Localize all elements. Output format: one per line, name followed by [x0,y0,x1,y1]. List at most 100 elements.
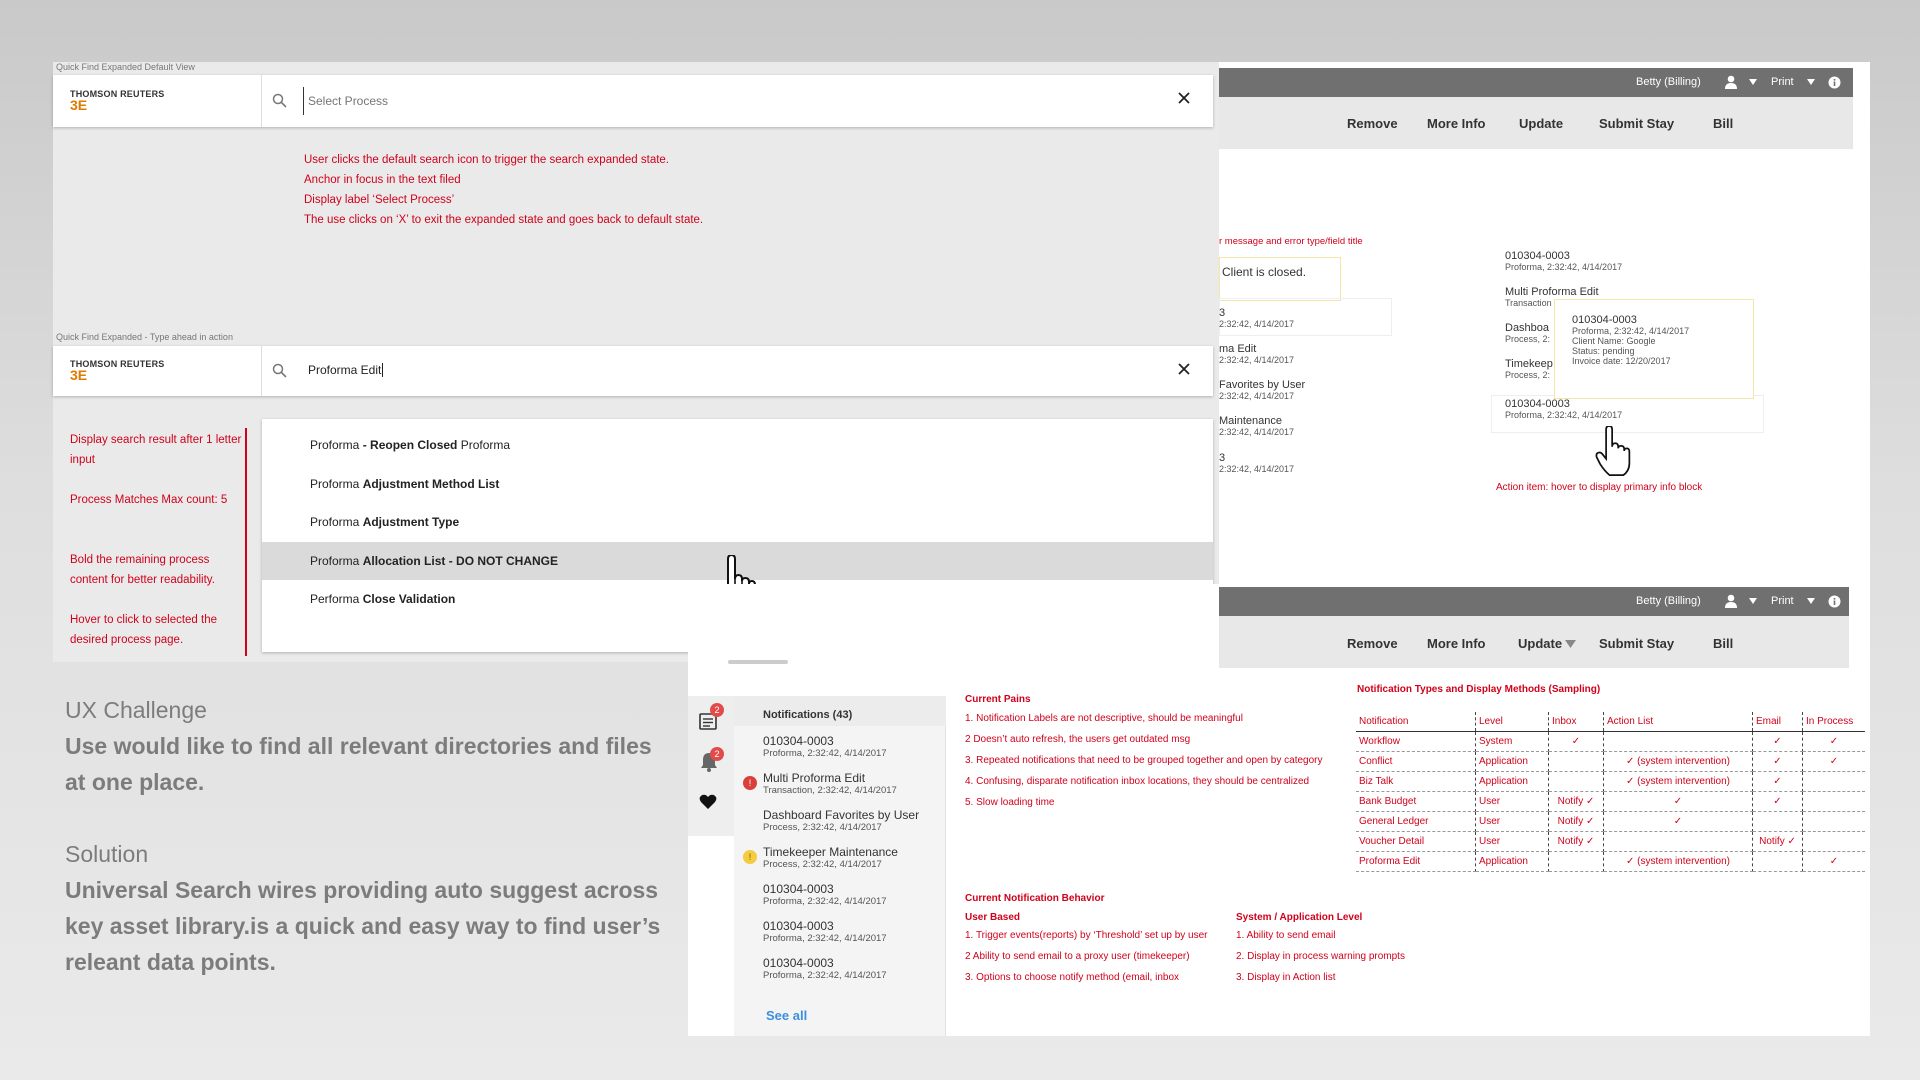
more-info-button[interactable]: More Info [1427,636,1486,651]
remove-button[interactable]: Remove [1347,636,1398,651]
note: Anchor in focus in the text filed [304,174,461,186]
chevron-down-icon[interactable] [1565,640,1576,648]
notification-item[interactable]: Dashboard Favorites by User Process, 2:32… [734,808,944,833]
chevron-down-icon[interactable] [1749,598,1757,604]
peek-item[interactable]: Favorites by User 2:32:42, 4/14/2017 [1219,379,1305,401]
search-icon[interactable] [272,363,287,378]
typeahead-input[interactable]: Proforma Edit​ [308,363,384,377]
scroll-indicator[interactable] [728,660,788,664]
notification-item[interactable]: ! Timekeeper Maintenance Process, 2:32:42… [734,845,944,870]
process-search-input[interactable] [303,87,1183,115]
info-icon[interactable] [1828,76,1841,89]
peek-item[interactable]: Maintenance 2:32:42, 4/14/2017 [1219,415,1294,437]
print-label[interactable]: Print [1771,76,1794,88]
app-topbar: Betty (Billing) Print [1219,587,1849,616]
quick-find-typeahead-bar: THOMSON REUTERS 3E Proforma Edit​ [53,346,1213,396]
current-pains-title: Current Pains [965,694,1031,705]
pain-item: 1. Notification Labels are not descripti… [965,713,1243,724]
peek-item[interactable]: Dashboa Process, 2: [1505,322,1550,344]
pain-item: 4. Confusing, disparate notification inb… [965,776,1310,787]
chevron-down-icon[interactable] [1749,79,1757,85]
result-item[interactable]: Proforma Adjustment Type [262,503,1213,542]
pain-item: 2 Doesn’t auto refresh, the users get ou… [965,734,1191,745]
notifications-header: Notifications (43) [763,709,853,721]
more-info-button[interactable]: More Info [1427,116,1486,131]
update-button[interactable]: Update [1518,636,1562,651]
peek-item[interactable]: 3 2:32:42, 4/14/2017 [1219,452,1294,474]
see-all-link[interactable]: See all [766,1008,807,1023]
heart-icon[interactable] [699,794,717,810]
column-header: Action List [1603,712,1753,732]
user-icon[interactable] [1724,75,1738,89]
error-note: r message and error type/field title [1219,236,1363,247]
table-row: Biz Talk Application ✓ (system interventio… [1356,771,1865,792]
quick-find-default-bar: THOMSON REUTERS 3E [53,75,1213,127]
chevron-down-icon[interactable] [1807,598,1815,604]
bell-badge: 2 [710,747,724,761]
notification-list: Notifications (43) 010304-0003 Proforma, … [734,696,946,1036]
search-icon[interactable] [272,93,287,108]
challenge-title: UX Challenge [65,697,207,723]
bill-button[interactable]: Bill [1713,116,1733,131]
behavior-item: 2 Ability to send email to a proxy user … [965,951,1190,962]
peek-item[interactable]: ma Edit 2:32:42, 4/14/2017 [1219,343,1294,365]
hover-preview-panel: Betty (Billing) Print Remove More Info U… [1219,62,1870,584]
action-note: Action item: hover to display primary in… [1496,482,1703,493]
notification-item[interactable]: ! Multi Proforma Edit Transaction, 2:32:4… [734,771,944,796]
notification-item[interactable]: 010304-0003 Proforma, 2:32:42, 4/14/2017 [734,734,944,759]
typeahead-value: Proforma Edit [308,363,382,377]
peek-item[interactable]: 010304-0003 Proforma, 2:32:42, 4/14/2017 [1505,250,1622,272]
logo-mark: 3E [70,97,88,113]
result-item[interactable]: Proforma - Reopen Closed Proforma [262,426,1213,465]
behavior-item: 3. Options to choose notify method (emai… [965,972,1180,983]
info-icon[interactable] [1828,595,1841,608]
app-topbar: Betty (Billing) Print [1219,68,1853,97]
close-icon[interactable] [1177,91,1191,105]
tooltip-line: Proforma, 2:32:42, 4/14/2017 [1572,326,1690,336]
typeahead-side-notes: Display search result after 1 letter inp… [70,430,242,650]
behavior-item: 1. Trigger events(reports) by ‘Threshold… [965,930,1208,941]
close-icon[interactable] [1177,362,1191,376]
table-header-row: Notification Level Inbox Action List Ema… [1356,712,1865,732]
app-toolbar: Remove More Info Update Submit Stay Bill [1219,616,1849,668]
user-label: Betty (Billing) [1636,595,1701,607]
note: Display search result after 1 letter inp… [70,434,242,466]
peek-item-hovered[interactable]: 010304-0003 Proforma, 2:32:42, 4/14/2017 [1505,398,1622,420]
behavior-item: 1. Ability to send email [1236,930,1336,941]
notification-item[interactable]: 010304-0003 Proforma, 2:32:42, 4/14/2017 [734,882,944,907]
caption-typeahead: Quick Find Expanded - Type ahead in acti… [56,332,233,342]
table-row: Bank Budget User Notify ✓ ✓ ✓ [1356,791,1865,812]
table-row: Proforma Edit Application ✓ (system interv… [1356,851,1865,872]
tooltip-line: Invoice date: 12/20/2017 [1572,356,1671,366]
chevron-down-icon[interactable] [1807,79,1815,85]
result-item[interactable]: Proforma Adjustment Method List [262,465,1213,504]
bill-button[interactable]: Bill [1713,636,1733,651]
note: Hover to click to selected the desired p… [70,614,218,646]
remove-button[interactable]: Remove [1347,116,1398,131]
challenge-text: Use would like to find all relevant dire… [65,733,652,795]
print-label[interactable]: Print [1771,595,1794,607]
behavior-title: Current Notification Behavior [965,893,1105,904]
warning-icon: ! [743,850,757,864]
peek-item[interactable]: 3 2:32:42, 4/14/2017 [1219,307,1294,329]
tooltip-line: Status: pending [1572,346,1635,356]
peek-item[interactable]: Timekeep Process, 2: [1505,358,1553,380]
logo: THOMSON REUTERS 3E [70,89,165,113]
update-button[interactable]: Update [1519,116,1563,131]
column-header: Level [1475,712,1549,732]
app-toolbar: Remove More Info Update Submit Stay Bill [1219,97,1853,149]
notification-item[interactable]: 010304-0003 Proforma, 2:32:42, 4/14/2017 [734,956,944,981]
system-level-behavior: System / Application Level 1. Ability to… [1236,912,1486,988]
notification-item[interactable]: 010304-0003 Proforma, 2:32:42, 4/14/2017 [734,919,944,944]
text-cursor: ​ [382,363,384,377]
default-view-notes: User clicks the default search icon to t… [304,150,1004,230]
submit-stay-button[interactable]: Submit Stay [1599,636,1674,651]
submit-stay-button[interactable]: Submit Stay [1599,116,1674,131]
alert-icon: ! [743,776,757,790]
notifications-panel: Betty (Billing) Print Remove More Info U… [688,584,1870,1036]
notification-types-title: Notification Types and Display Methods (… [1357,684,1601,695]
user-icon[interactable] [1724,594,1738,608]
notes-divider [245,428,247,656]
system-level-title: System / Application Level [1236,912,1363,923]
pain-item: 3. Repeated notifications that need to b… [965,755,1323,766]
